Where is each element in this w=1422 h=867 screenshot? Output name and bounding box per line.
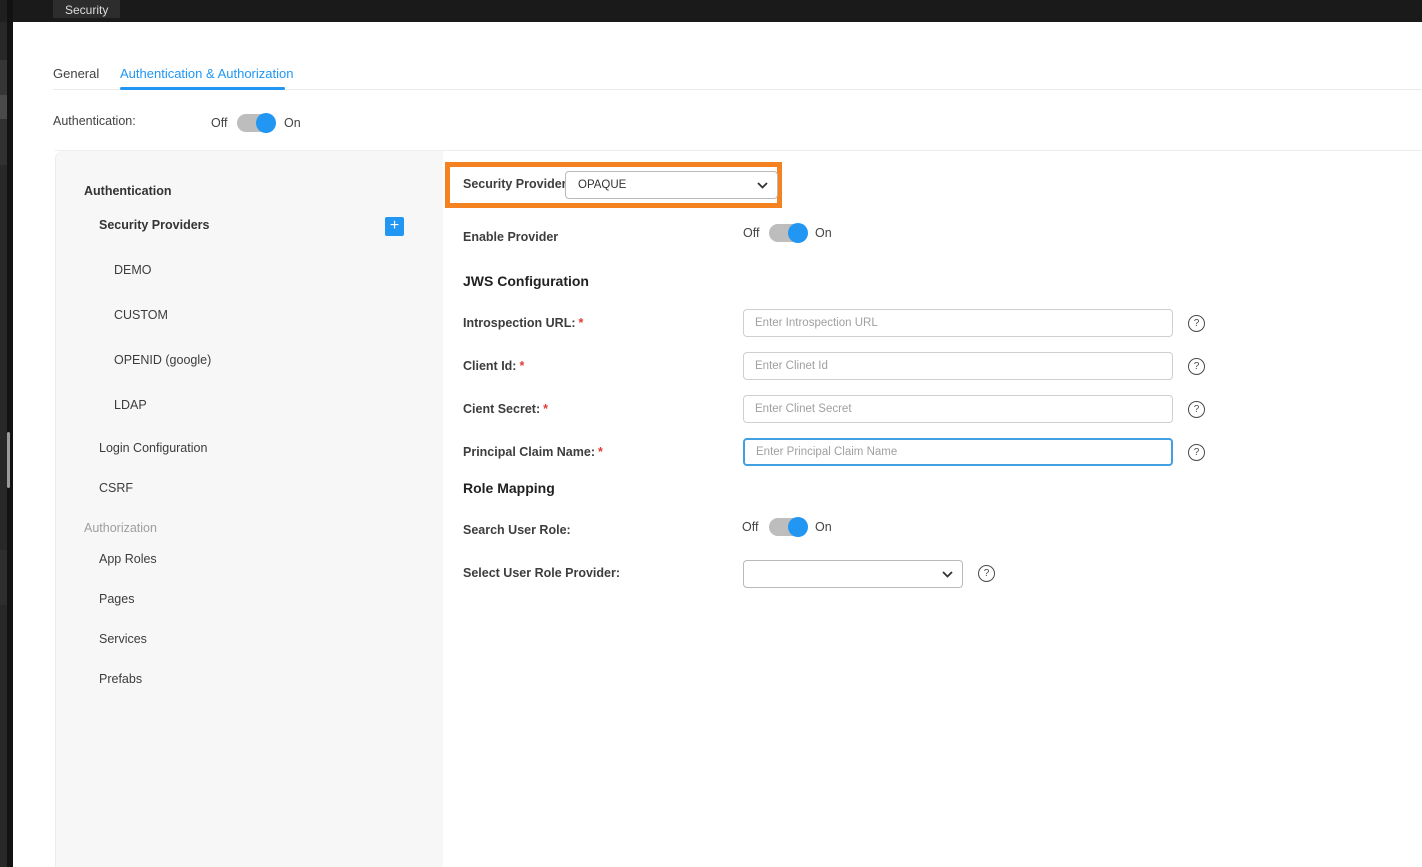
active-tab-underline	[120, 87, 285, 90]
search-user-role-label: Search User Role:	[463, 523, 571, 537]
required-asterisk: *	[519, 359, 524, 373]
question-mark-glyph: ?	[984, 568, 990, 579]
principal-claim-name-label: Principal Claim Name:*	[463, 445, 603, 459]
sidebar-item-provider-openid[interactable]: OPENID (google)	[114, 353, 211, 367]
toggle-knob	[788, 517, 808, 537]
client-secret-input[interactable]	[743, 395, 1173, 423]
sidebar-item-services[interactable]: Services	[99, 632, 147, 646]
dock-segment	[0, 550, 7, 605]
client-id-input[interactable]	[743, 352, 1173, 380]
toggle-knob	[256, 113, 276, 133]
field-label-text: Principal Claim Name:	[463, 445, 595, 459]
question-mark-glyph: ?	[1194, 447, 1200, 458]
authentication-toggle-off-label: Off	[211, 116, 227, 130]
field-label-text: Cient Secret:	[463, 402, 540, 416]
sidebar-item-pages[interactable]: Pages	[99, 592, 134, 606]
enable-provider-on-label: On	[815, 226, 832, 240]
required-asterisk: *	[579, 316, 584, 330]
security-window-tab[interactable]: Security	[53, 0, 120, 18]
introspection-url-label: Introspection URL:*	[463, 316, 583, 330]
enable-provider-off-label: Off	[743, 226, 759, 240]
search-user-role-off-label: Off	[742, 520, 758, 534]
client-id-label: Client Id:*	[463, 359, 524, 373]
help-icon[interactable]: ?	[1188, 401, 1205, 418]
top-bar: Security	[13, 0, 1422, 22]
tab-general[interactable]: General	[53, 66, 99, 81]
authentication-toggle-on-label: On	[284, 116, 301, 130]
chevron-down-icon	[942, 571, 953, 578]
client-secret-label: Cient Secret:*	[463, 402, 548, 416]
sidebar-item-prefabs[interactable]: Prefabs	[99, 672, 142, 686]
field-label-text: Client Id:	[463, 359, 516, 373]
sidebar-item-provider-demo[interactable]: DEMO	[114, 263, 152, 277]
role-mapping-heading: Role Mapping	[463, 480, 555, 496]
security-provider-label: Security Provider	[463, 177, 567, 191]
help-icon[interactable]: ?	[1188, 358, 1205, 375]
authentication-toggle[interactable]	[237, 114, 275, 132]
security-window-tab-label: Security	[65, 2, 108, 18]
enable-provider-label: Enable Provider	[463, 230, 558, 244]
question-mark-glyph: ?	[1194, 318, 1200, 329]
user-role-provider-select[interactable]	[743, 560, 963, 588]
sidebar-item-security-providers[interactable]: Security Providers	[99, 218, 209, 232]
chevron-down-icon	[757, 182, 768, 189]
required-asterisk: *	[543, 402, 548, 416]
sidebar-item-login-configuration[interactable]: Login Configuration	[99, 441, 207, 455]
dock-segment	[0, 95, 7, 119]
search-user-role-on-label: On	[815, 520, 832, 534]
required-asterisk: *	[598, 445, 603, 459]
question-mark-glyph: ?	[1194, 404, 1200, 415]
help-icon[interactable]: ?	[1188, 444, 1205, 461]
help-icon[interactable]: ?	[1188, 315, 1205, 332]
enable-provider-toggle[interactable]	[769, 224, 807, 242]
field-label-text: Introspection URL:	[463, 316, 576, 330]
sidebar-item-provider-ldap[interactable]: LDAP	[114, 398, 147, 412]
dock-segment	[0, 60, 7, 95]
select-user-role-provider-label: Select User Role Provider:	[463, 566, 620, 580]
dock-segment	[0, 119, 7, 165]
question-mark-glyph: ?	[1194, 361, 1200, 372]
left-dock-strip	[0, 0, 13, 867]
dock-scrollbar-thumb[interactable]	[7, 432, 10, 488]
sidebar-section-authorization: Authorization	[84, 521, 157, 535]
security-settings-page: Security General Authentication & Author…	[0, 0, 1422, 867]
security-sidebar: Authentication Security Providers + DEMO…	[55, 151, 443, 867]
sidebar-item-csrf[interactable]: CSRF	[99, 481, 133, 495]
sidebar-section-authentication[interactable]: Authentication	[84, 184, 172, 198]
authentication-toggle-label: Authentication:	[53, 114, 136, 128]
sidebar-item-provider-custom[interactable]: CUSTOM	[114, 308, 168, 322]
sidebar-item-app-roles[interactable]: App Roles	[99, 552, 157, 566]
add-provider-button[interactable]: +	[385, 217, 404, 236]
security-provider-select[interactable]: OPAQUE	[565, 171, 778, 199]
principal-claim-name-input[interactable]	[743, 438, 1173, 466]
introspection-url-input[interactable]	[743, 309, 1173, 337]
security-provider-select-value: OPAQUE	[578, 179, 626, 191]
plus-icon: +	[390, 217, 399, 234]
security-provider-highlight-box: Security Provider OPAQUE	[445, 162, 782, 208]
toggle-knob	[788, 223, 808, 243]
search-user-role-toggle[interactable]	[769, 518, 807, 536]
jws-configuration-heading: JWS Configuration	[463, 273, 589, 289]
help-icon[interactable]: ?	[978, 565, 995, 582]
dock-segment	[0, 0, 7, 22]
tab-authentication-authorization[interactable]: Authentication & Authorization	[120, 66, 293, 81]
